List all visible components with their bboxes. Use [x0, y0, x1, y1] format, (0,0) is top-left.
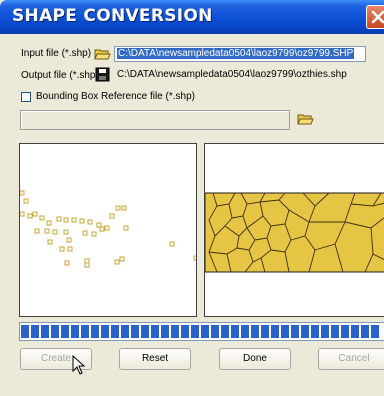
map-point [64, 260, 70, 266]
map-point [82, 230, 88, 236]
map-point [56, 216, 62, 222]
title-bar[interactable]: SHAPE CONVERSION [0, 0, 384, 34]
mouse-pointer-icon [72, 355, 86, 375]
map-point [59, 246, 65, 252]
map-point [47, 239, 53, 245]
map-point [44, 228, 50, 234]
map-point [104, 225, 110, 231]
map-point [66, 237, 72, 243]
bounding-box-label: Bounding Box Reference file (*.shp) [36, 91, 195, 102]
map-point [63, 229, 69, 235]
map-point [87, 219, 93, 225]
save-output-button[interactable] [94, 66, 111, 82]
map-point [115, 205, 121, 211]
progress-fill [20, 323, 384, 340]
map-point [32, 211, 38, 217]
close-icon [371, 10, 384, 24]
map-point [96, 222, 102, 228]
browse-bounding-box-button[interactable] [297, 111, 314, 127]
folder-open-icon [94, 49, 111, 60]
map-point [123, 225, 129, 231]
close-button[interactable] [366, 5, 384, 29]
map-point [67, 246, 73, 252]
point-map-preview [19, 143, 197, 317]
point-map-canvas [20, 190, 196, 268]
input-file-field[interactable]: C:\DATA\newsampledata0504\laoz9799\oz979… [114, 46, 366, 62]
done-button[interactable]: Done [219, 348, 291, 370]
folder-open-icon [297, 114, 314, 125]
voronoi-polygon-canvas [205, 192, 384, 273]
map-point [193, 255, 196, 261]
input-file-path: C:\DATA\newsampledata0504\laoz9799\oz979… [117, 48, 355, 59]
map-point [84, 258, 90, 264]
map-point [39, 215, 45, 221]
floppy-disk-icon [95, 67, 110, 82]
map-point [79, 218, 85, 224]
output-file-path: C:\DATA\newsampledata0504\laoz9799\ozthi… [117, 69, 347, 80]
map-point [114, 259, 120, 265]
map-point [121, 205, 127, 211]
map-point [84, 262, 90, 268]
input-file-label: Input file (*.shp) [21, 48, 92, 59]
map-point [169, 241, 175, 247]
map-point [99, 226, 105, 232]
map-point [20, 211, 25, 217]
map-point [34, 228, 40, 234]
browse-input-button[interactable] [94, 46, 111, 62]
map-point [46, 220, 52, 226]
shape-conversion-window: SHAPE CONVERSION Input file (*.shp) C:\D… [0, 0, 384, 396]
output-file-label: Output file (*.shp) [21, 70, 99, 81]
map-point [20, 190, 25, 196]
polygon-map-preview [204, 143, 384, 317]
map-point [27, 213, 33, 219]
map-point [52, 229, 58, 235]
reset-button[interactable]: Reset [119, 348, 191, 370]
map-point [91, 231, 97, 237]
map-point [119, 256, 125, 262]
map-point [109, 213, 115, 219]
map-point [23, 198, 29, 204]
map-point [71, 217, 77, 223]
map-point [63, 217, 69, 223]
conversion-progress-bar [19, 322, 384, 341]
window-title: SHAPE CONVERSION [12, 6, 213, 26]
bounding-box-file-field[interactable] [20, 110, 290, 130]
cancel-button[interactable]: Cancel [318, 348, 384, 370]
bounding-box-checkbox[interactable] [21, 92, 31, 102]
output-file-field[interactable]: C:\DATA\newsampledata0504\laoz9799\ozthi… [114, 67, 380, 83]
